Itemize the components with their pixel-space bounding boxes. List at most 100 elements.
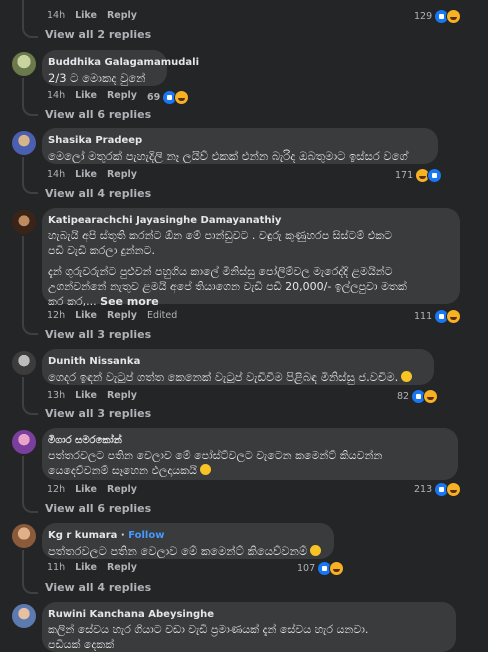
like-button[interactable]: Like: [75, 310, 97, 321]
comment-text-paragraph: හැබැයි අපි ස්තූති කරන්ට ඕන මේ පාන්ඩුවට .…: [48, 229, 393, 257]
comment-text: දැන් ගුරුවරුන්ට පුළුවන් පහුගිය කාලේ මිනි…: [48, 264, 450, 309]
avatar[interactable]: [12, 604, 36, 628]
follow-button[interactable]: Follow: [128, 530, 164, 541]
comment-bubble: Kg r kumara · Follow පත්තරවලට පතින වෙලාව…: [42, 523, 334, 559]
reply-button[interactable]: Reply: [107, 169, 137, 180]
reaction-summary[interactable]: 129: [414, 9, 462, 24]
haha-reaction-icon: [446, 9, 462, 24]
comment-text: පත්තරවලට පතින වෙලාව මේ කමෙන්ට් කියෙව්වනම…: [48, 543, 324, 560]
thread-line: [22, 377, 24, 399]
view-replies-link[interactable]: View all 3 replies: [45, 328, 151, 341]
reaction-count: 111: [414, 311, 433, 322]
comment-time[interactable]: 11h: [47, 562, 65, 573]
comment-bubble: Dunith Nissanka ගෙදර ඉඳන් වැටුප් ගත්ත කෙ…: [42, 349, 434, 385]
reply-button[interactable]: Reply: [107, 484, 137, 495]
comment-time[interactable]: 12h: [47, 484, 65, 495]
reply-connector: [22, 22, 38, 38]
like-button[interactable]: Like: [75, 390, 97, 401]
comment-author[interactable]: Katipearachchi Jayasinghe Damayanathiy: [48, 214, 450, 228]
comment-author[interactable]: Shasika Pradeep: [48, 134, 428, 148]
haha-reaction-icon: [423, 389, 439, 404]
comment-text: 2/3 ට මොකද වුනේ: [48, 71, 146, 85]
avatar[interactable]: [12, 430, 36, 454]
thread-line: [22, 550, 24, 580]
reaction-count: 129: [414, 11, 433, 22]
reaction-count: 69: [146, 92, 161, 103]
comment-time[interactable]: 13h: [47, 390, 65, 401]
comment-actions: 14h Like Reply: [47, 10, 137, 21]
reply-connector: [22, 178, 38, 194]
comment-actions: 12h Like Reply Edited: [47, 310, 177, 321]
like-button[interactable]: Like: [75, 90, 97, 105]
comment-text: මෙලෝ මතුරක් පැහැදිලි නෑ ලයිව් එකක් එන්න …: [48, 149, 408, 163]
avatar[interactable]: [12, 52, 36, 76]
haha-reaction-icon: [446, 309, 462, 324]
comment-bubble: Ruwini Kanchana Abeysinghe කලින් සේවය හැ…: [42, 602, 456, 652]
view-replies-link[interactable]: View all 3 replies: [45, 407, 151, 420]
reaction-summary[interactable]: 171: [395, 168, 443, 183]
like-button[interactable]: Like: [75, 484, 97, 495]
reply-connector: [22, 578, 38, 594]
like-button[interactable]: Like: [75, 10, 97, 21]
reaction-summary[interactable]: 213: [414, 482, 462, 497]
emoji-icon: [401, 371, 413, 382]
view-replies-link[interactable]: View all 4 replies: [45, 581, 151, 594]
view-replies-link[interactable]: View all 6 replies: [45, 108, 151, 121]
like-reaction-icon: [427, 168, 443, 183]
haha-reaction-icon: [174, 90, 190, 105]
reaction-count: 82: [397, 391, 410, 402]
comment-author[interactable]: මිගාර සමරකෝන්: [48, 434, 448, 448]
reaction-summary[interactable]: 111: [414, 309, 462, 324]
thread-line: [22, 157, 24, 179]
separator-dot: ·: [117, 530, 129, 541]
comment-text-content: ගෙදර ඉඳන් වැටුප් ගත්ත කෙනෙක් වැටුප් වැඩි…: [48, 370, 399, 384]
reply-connector: [22, 100, 38, 116]
comment-actions: 12h Like Reply: [47, 484, 137, 495]
comment-time[interactable]: 14h: [47, 10, 65, 21]
view-replies-link[interactable]: View all 6 replies: [45, 502, 151, 515]
reply-connector: [22, 399, 38, 415]
comment-text: පත්තරවලට පතින වෙලාව මේ පෝස්ට්වලට වැටෙන ක…: [48, 448, 448, 478]
reaction-summary[interactable]: 82: [397, 389, 439, 404]
comment-actions: 14h Like Reply 69: [47, 90, 190, 105]
comment-time[interactable]: 12h: [47, 310, 65, 321]
comment-time[interactable]: 14h: [47, 90, 65, 105]
edited-label[interactable]: Edited: [147, 310, 177, 321]
comment-actions: 11h Like Reply: [47, 562, 137, 573]
comment-time[interactable]: 14h: [47, 169, 65, 180]
emoji-icon: [199, 464, 211, 475]
avatar[interactable]: [12, 131, 36, 155]
view-replies-link[interactable]: View all 2 replies: [45, 28, 151, 41]
comment-author-name[interactable]: Kg r kumara: [48, 530, 117, 541]
comment-actions: 14h Like Reply: [47, 169, 137, 180]
emoji-icon: [310, 545, 322, 556]
reaction-count: 107: [297, 563, 316, 574]
thread-line: [22, 236, 24, 320]
reply-button[interactable]: Reply: [107, 562, 137, 573]
avatar[interactable]: [12, 524, 36, 548]
comment-author[interactable]: Buddhika Galagamamudali: [48, 56, 199, 70]
comment-text-content: පත්තරවලට පතින වෙලාව මේ පෝස්ට්වලට වැටෙන ක…: [48, 449, 383, 477]
reply-button[interactable]: Reply: [107, 10, 137, 21]
haha-reaction-icon: [329, 561, 345, 576]
haha-reaction-icon: [446, 482, 462, 497]
reply-button[interactable]: Reply: [107, 90, 137, 105]
reaction-count: 171: [395, 170, 414, 181]
reaction-summary[interactable]: 69: [146, 90, 190, 105]
comment-author[interactable]: Ruwini Kanchana Abeysinghe: [48, 608, 446, 622]
reaction-summary[interactable]: 107: [297, 561, 345, 576]
reply-connector: [22, 497, 38, 513]
comment-author[interactable]: Dunith Nissanka: [48, 355, 424, 369]
see-more-link[interactable]: See more: [100, 295, 159, 308]
avatar[interactable]: [12, 351, 36, 375]
view-replies-link[interactable]: View all 4 replies: [45, 187, 151, 200]
comment-text-content: පත්තරවලට පතින වෙලාව මේ කමෙන්ට් කියෙව්වනම…: [48, 544, 308, 558]
comment-author: Kg r kumara · Follow: [48, 529, 324, 543]
reply-button[interactable]: Reply: [107, 310, 137, 321]
comment-text: හැබැයි අපි ස්තූති කරන්ට ඕන මේ පාන්ඩුවට .…: [48, 228, 450, 258]
like-button[interactable]: Like: [75, 562, 97, 573]
reply-button[interactable]: Reply: [107, 390, 137, 401]
avatar[interactable]: [12, 210, 36, 234]
thread-line: [22, 78, 24, 100]
like-button[interactable]: Like: [75, 169, 97, 180]
